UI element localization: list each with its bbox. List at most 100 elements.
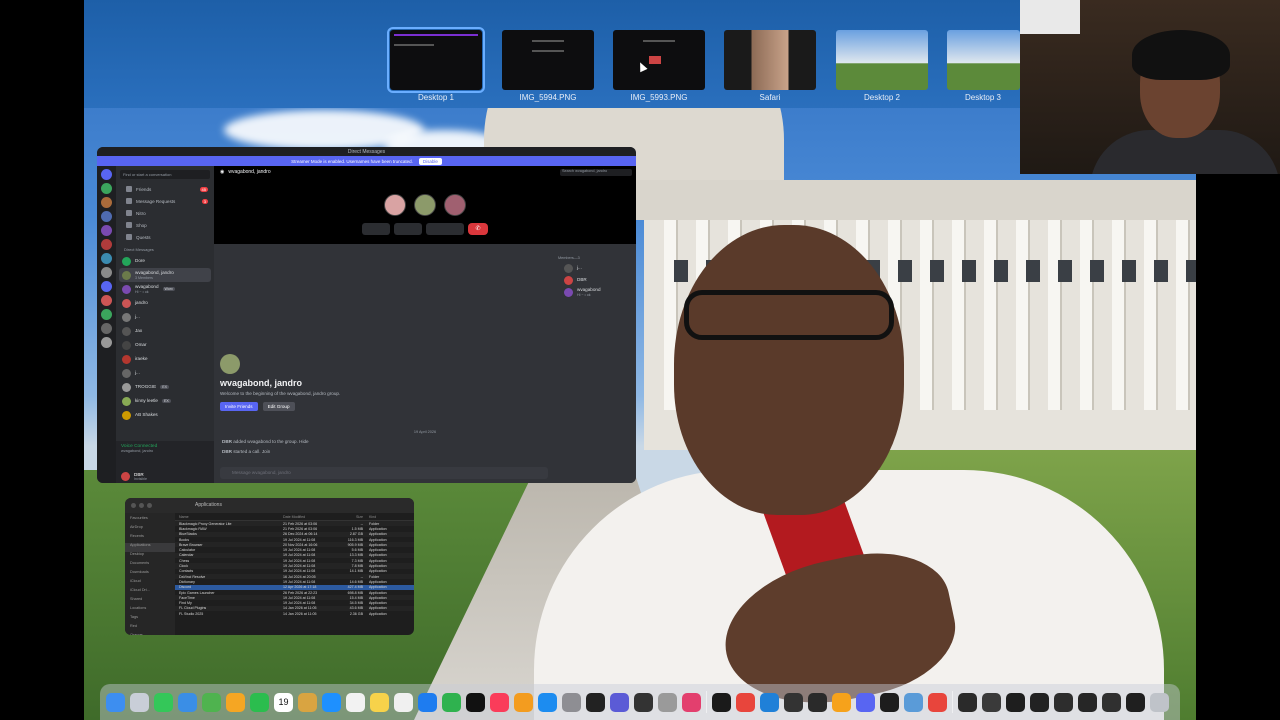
dm-nav-item[interactable]: Friends 45 [116, 183, 214, 195]
finder-row[interactable]: Brave Browser 20 Nov 2024 at 16:06 905.9 M… [175, 542, 414, 548]
finder-sidebar-item[interactable]: Documents [125, 561, 175, 570]
discord-home-icon[interactable] [101, 169, 112, 180]
finder-sidebar-item[interactable]: iCloud [125, 579, 175, 588]
photos-icon[interactable] [226, 692, 245, 712]
finder-row[interactable]: Books 19 Jul 2024 at 11:08 116.3 MB Applica… [175, 537, 414, 542]
finder-row[interactable]: Discord 12 Apr 2026 at 17:18 427.4 MB Appli… [175, 584, 414, 590]
call-avatar[interactable] [414, 194, 436, 216]
finder-row[interactable]: Find My 19 Jul 2024 at 11:08 34.5 MB Applic… [175, 600, 414, 605]
server-icon[interactable] [101, 337, 112, 348]
music-icon[interactable] [490, 692, 509, 712]
finder-sidebar-item[interactable]: iCloud Dri... [125, 588, 175, 597]
recent-window-icon[interactable] [1006, 692, 1025, 712]
dm-item[interactable]: wvagabond Hi ~ • ok Worx [116, 282, 214, 296]
freeform-icon[interactable] [394, 692, 413, 712]
finder-row[interactable]: Contacts 19 Jul 2024 at 11:08 14.1 MB Appli… [175, 569, 414, 574]
server-icon[interactable] [101, 197, 112, 208]
maps-icon[interactable] [202, 692, 221, 712]
finder-sidebar-item[interactable]: AirDrop [125, 525, 175, 534]
finder-row[interactable]: Calendar 19 Jul 2024 at 11:08 13.3 MB Appli… [175, 552, 414, 559]
dm-nav-item[interactable]: Quests [116, 231, 214, 243]
server-icon[interactable] [101, 323, 112, 334]
chrome-icon[interactable] [736, 692, 755, 712]
space-desktop-3[interactable] [947, 30, 1020, 90]
space-desktop-1[interactable] [387, 27, 485, 93]
finder-sidebar-item[interactable]: Desktop [125, 552, 175, 561]
facetime-icon[interactable] [250, 692, 269, 712]
mic-toggle-button[interactable] [362, 223, 390, 235]
preview-icon[interactable] [904, 692, 923, 712]
safari-icon[interactable] [322, 692, 341, 712]
member-item[interactable]: j... [558, 262, 636, 274]
finder-sidebar-item[interactable]: Favourites [125, 516, 175, 525]
edit-group-button[interactable]: Edit Group [262, 402, 295, 411]
close-button[interactable] [131, 503, 136, 508]
finder-row[interactable]: FaceTime 19 Jul 2024 at 11:08 15.4 MB Appli… [175, 595, 414, 601]
column-size[interactable]: Size [339, 515, 369, 519]
server-icon[interactable] [101, 211, 112, 222]
finder-row[interactable]: BlueStacks 26 Dec 2024 at 06:14 2.87 GB App… [175, 531, 414, 537]
server-icon[interactable] [101, 183, 112, 194]
finder-row[interactable]: Dictionary 19 Jul 2024 at 11:08 14.6 MB App… [175, 579, 414, 584]
member-item[interactable]: wvagabond Hi ~ • ok [558, 286, 636, 298]
recent-window-icon[interactable] [982, 692, 1001, 712]
dm-nav-item[interactable]: Message Requests 3 [116, 195, 214, 207]
finder-sidebar-item[interactable]: Orange [125, 633, 175, 635]
notes-icon[interactable] [370, 692, 389, 712]
server-icon[interactable] [101, 225, 112, 236]
space-img-5993[interactable] [613, 30, 705, 90]
space-safari[interactable] [724, 30, 816, 90]
server-icon[interactable] [101, 253, 112, 264]
system-settings-icon[interactable] [562, 692, 581, 712]
finder-sidebar-item[interactable]: Tags [125, 615, 175, 624]
call-avatar[interactable] [384, 194, 406, 216]
dm-item[interactable]: AB Shakes [116, 408, 214, 422]
finder-sidebar-item[interactable]: Recents [125, 534, 175, 543]
numbers-icon[interactable] [442, 692, 461, 712]
server-icon[interactable] [101, 309, 112, 320]
dm-item[interactable]: j... [116, 310, 214, 324]
finder-row[interactable]: Calculator 19 Jul 2024 at 11:08 5.6 MB Appl… [175, 547, 414, 552]
finder-row[interactable]: Clock 19 Jul 2024 at 11:08 7.8 MB Applicati… [175, 563, 414, 569]
fl-studio-icon[interactable] [832, 692, 851, 712]
minimize-button[interactable] [139, 503, 144, 508]
pages-icon[interactable] [514, 692, 533, 712]
dm-item[interactable]: wvagabond, jandro 3 Members [119, 268, 211, 282]
dm-item[interactable]: kinny leetle EX [116, 394, 214, 408]
launchpad-icon[interactable] [130, 692, 149, 712]
discord-window[interactable]: Direct Messages Streamer Mode is enabled… [97, 147, 636, 483]
dm-item[interactable]: Jax [116, 324, 214, 338]
recent-window-icon[interactable] [1078, 692, 1097, 712]
user-panel[interactable]: DBR Invisible [116, 469, 214, 483]
dm-item[interactable]: j... [116, 366, 214, 380]
messages-icon[interactable] [154, 692, 173, 712]
chrome-2-icon[interactable] [928, 692, 947, 712]
dm-nav-item[interactable]: Nitro [116, 207, 214, 219]
calendar-icon[interactable]: 19 [274, 692, 293, 712]
discord-titlebar[interactable]: Direct Messages [97, 147, 636, 156]
find-conversation-input[interactable]: Find or start a conversation [120, 170, 210, 179]
recent-window-icon[interactable] [958, 692, 977, 712]
server-icon[interactable] [101, 267, 112, 278]
dm-item[interactable]: TROGGIE EX [116, 380, 214, 394]
trash-icon[interactable] [1150, 692, 1169, 712]
screenshot-icon[interactable] [610, 692, 629, 712]
space-img-5994[interactable] [502, 30, 594, 90]
server-icon[interactable] [101, 239, 112, 250]
help-icon[interactable] [658, 692, 677, 712]
server-icon[interactable] [101, 281, 112, 292]
finder-row[interactable]: FL Cloud Plugins 14 Jan 2026 at 11:05 43.6… [175, 605, 414, 612]
disable-streamer-mode-button[interactable]: Disable [418, 157, 442, 165]
finder-row[interactable]: Blackmagic RAW 21 Feb 2026 at 03:06 1.5 MB… [175, 526, 414, 531]
message-input[interactable]: Message wvagabond, jandro [220, 467, 548, 479]
reminders-icon[interactable] [346, 692, 365, 712]
game-icon[interactable] [784, 692, 803, 712]
finder-icon[interactable] [106, 692, 125, 712]
dm-item[interactable]: Dore [116, 254, 214, 268]
column-kind[interactable]: Kind [369, 515, 409, 519]
capcut-icon[interactable] [586, 692, 605, 712]
finder-sidebar-item[interactable]: Downloads [125, 570, 175, 579]
server-icon[interactable] [101, 295, 112, 306]
recent-window-icon[interactable] [1030, 692, 1049, 712]
column-date[interactable]: Date Modified [283, 515, 339, 519]
